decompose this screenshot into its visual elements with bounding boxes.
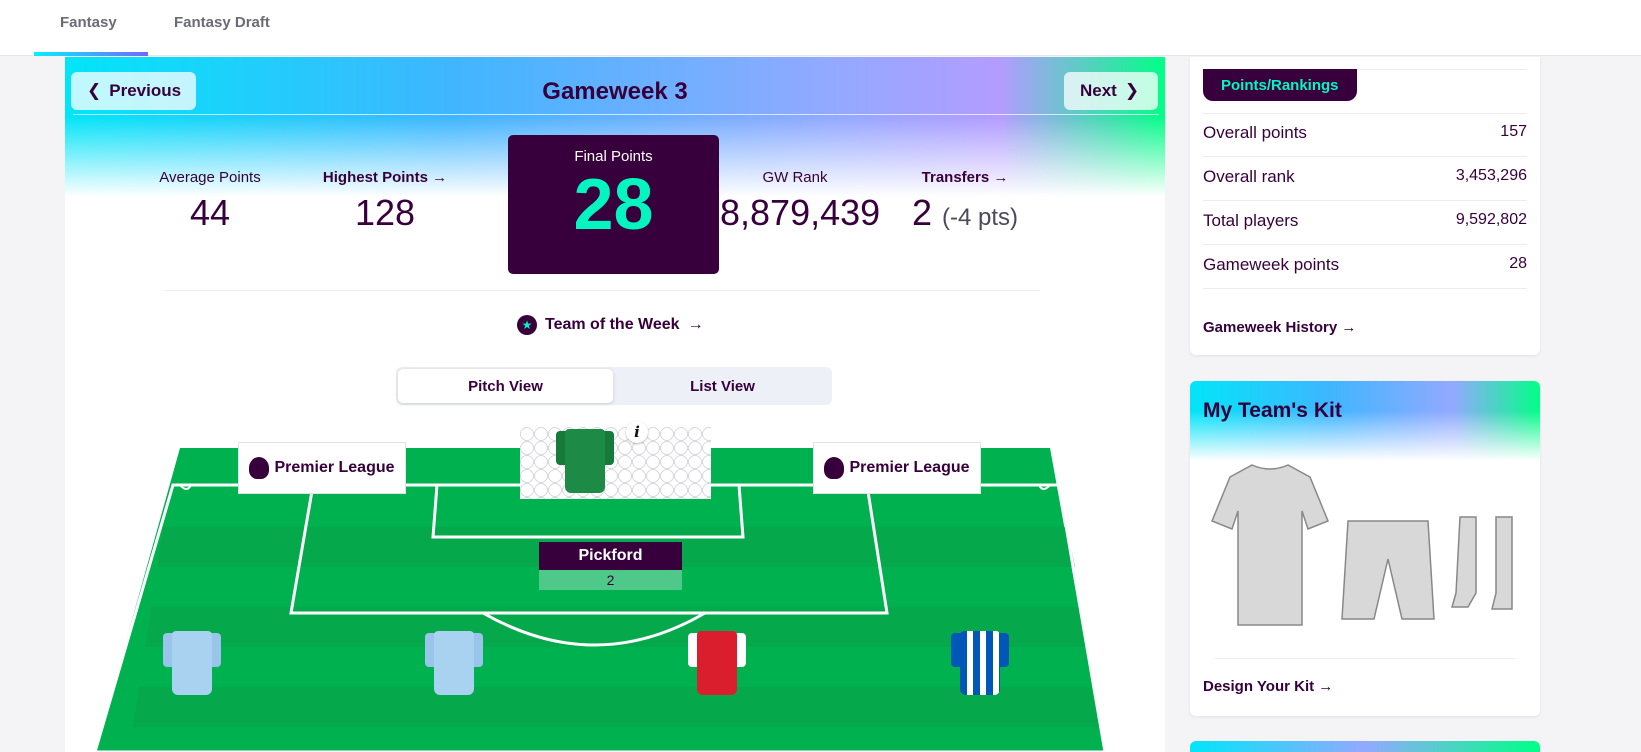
stat-row: Total players 9,592,802 xyxy=(1203,211,1527,231)
tab-fantasy-draft[interactable]: Fantasy Draft xyxy=(174,14,270,31)
ad-board-right-label: Premier League xyxy=(849,459,970,476)
gw-rank-stat: GW Rank 8,879,439 xyxy=(720,169,881,234)
stat-label: Gameweek points xyxy=(1203,255,1340,274)
final-points-box: Final Points 28 xyxy=(508,135,719,274)
stat-label: Overall points xyxy=(1203,123,1307,142)
goalkeeper-shirt-icon xyxy=(556,423,614,493)
goal-net xyxy=(520,427,711,499)
top-navigation: Fantasy Fantasy Draft xyxy=(0,0,1641,56)
design-your-kit-link[interactable]: Design Your Kit → xyxy=(1203,678,1333,695)
chevron-right-icon: ❯ xyxy=(1124,81,1140,100)
sock-icon xyxy=(1491,516,1513,610)
stat-row: Gameweek points 28 xyxy=(1203,255,1527,275)
player-defender-3[interactable] xyxy=(688,625,746,695)
arrow-right-icon: → xyxy=(993,169,1009,186)
stat-value: 3,453,296 xyxy=(1455,167,1527,184)
tab-fantasy[interactable]: Fantasy xyxy=(60,14,117,31)
kit-title: My Team's Kit xyxy=(1203,399,1342,422)
stat-value: 157 xyxy=(1500,123,1527,140)
active-tab-indicator xyxy=(34,52,148,56)
player-points: 2 xyxy=(539,570,682,590)
final-points-label: Final Points xyxy=(574,148,653,165)
stat-value: 9,592,802 xyxy=(1455,211,1527,228)
stat-label: Total players xyxy=(1203,211,1299,230)
player-card-pickford[interactable]: Pickford 2 xyxy=(539,542,682,590)
points-rankings-card: Points/Rankings Overall points 157 Overal… xyxy=(1190,57,1540,355)
man-city-shirt-icon xyxy=(425,625,483,695)
ad-board-left: Premier League xyxy=(238,442,406,494)
kit-preview xyxy=(1211,464,1513,626)
next-card-header xyxy=(1190,741,1540,752)
player-defender-4[interactable] xyxy=(951,625,1009,695)
player-goalkeeper[interactable] xyxy=(556,423,614,493)
header-divider xyxy=(73,114,1159,115)
final-points-value: 28 xyxy=(573,165,654,245)
average-points-value: 44 xyxy=(189,192,231,233)
gameweek-title: Gameweek 3 xyxy=(542,78,688,105)
premier-league-logo-icon xyxy=(249,457,270,479)
arrow-right-icon: → xyxy=(432,169,448,186)
stat-label: Overall rank xyxy=(1203,167,1295,186)
average-points-label: Average Points xyxy=(159,169,261,186)
player-defender-1[interactable] xyxy=(163,625,221,695)
player-defender-2[interactable] xyxy=(425,625,483,695)
average-points-stat: Average Points 44 xyxy=(150,169,270,234)
highest-points-value: 128 xyxy=(354,192,416,233)
arsenal-shirt-icon xyxy=(688,625,746,695)
premier-league-logo-icon xyxy=(824,457,845,479)
kit-divider xyxy=(1215,658,1515,659)
points-rankings-tab[interactable]: Points/Rankings xyxy=(1203,69,1357,101)
brighton-shirt-icon xyxy=(951,625,1009,695)
ad-board-right: Premier League xyxy=(813,442,981,494)
transfers-label: Transfers → xyxy=(921,169,1009,186)
man-city-shirt-icon xyxy=(163,625,221,695)
gw-rank-value: 8,879,439 xyxy=(720,192,881,233)
transfers-value: 2 (-4 pts) xyxy=(911,192,1019,233)
transfers-stat[interactable]: Transfers → 2 (-4 pts) xyxy=(895,169,1035,234)
gameweek-history-link[interactable]: Gameweek History → xyxy=(1203,319,1356,336)
next-label: Next xyxy=(1080,81,1117,100)
ad-board-left-label: Premier League xyxy=(274,459,395,476)
stat-row: Overall points 157 xyxy=(1203,123,1527,143)
transfers-cost: (-4 pts) xyxy=(942,204,1019,231)
sock-icon xyxy=(1451,516,1477,608)
player-name: Pickford xyxy=(539,542,682,570)
gameweek-panel: ❮ Previous Gameweek 3 Next ❯ Average Poi… xyxy=(65,57,1165,752)
team-kit-card: My Team's Kit Design Your Kit → xyxy=(1190,381,1540,716)
stat-row: Overall rank 3,453,296 xyxy=(1203,167,1527,187)
shirt-icon xyxy=(1211,464,1329,626)
next-button[interactable]: Next ❯ xyxy=(1064,72,1158,110)
stat-value: 28 xyxy=(1509,255,1527,272)
highest-points-label: Highest Points → xyxy=(322,169,448,186)
player-info-icon[interactable]: i xyxy=(626,421,648,443)
shorts-icon xyxy=(1341,520,1435,620)
gw-rank-label: GW Rank xyxy=(762,169,828,186)
highest-points-stat[interactable]: Highest Points → 128 xyxy=(310,169,460,234)
